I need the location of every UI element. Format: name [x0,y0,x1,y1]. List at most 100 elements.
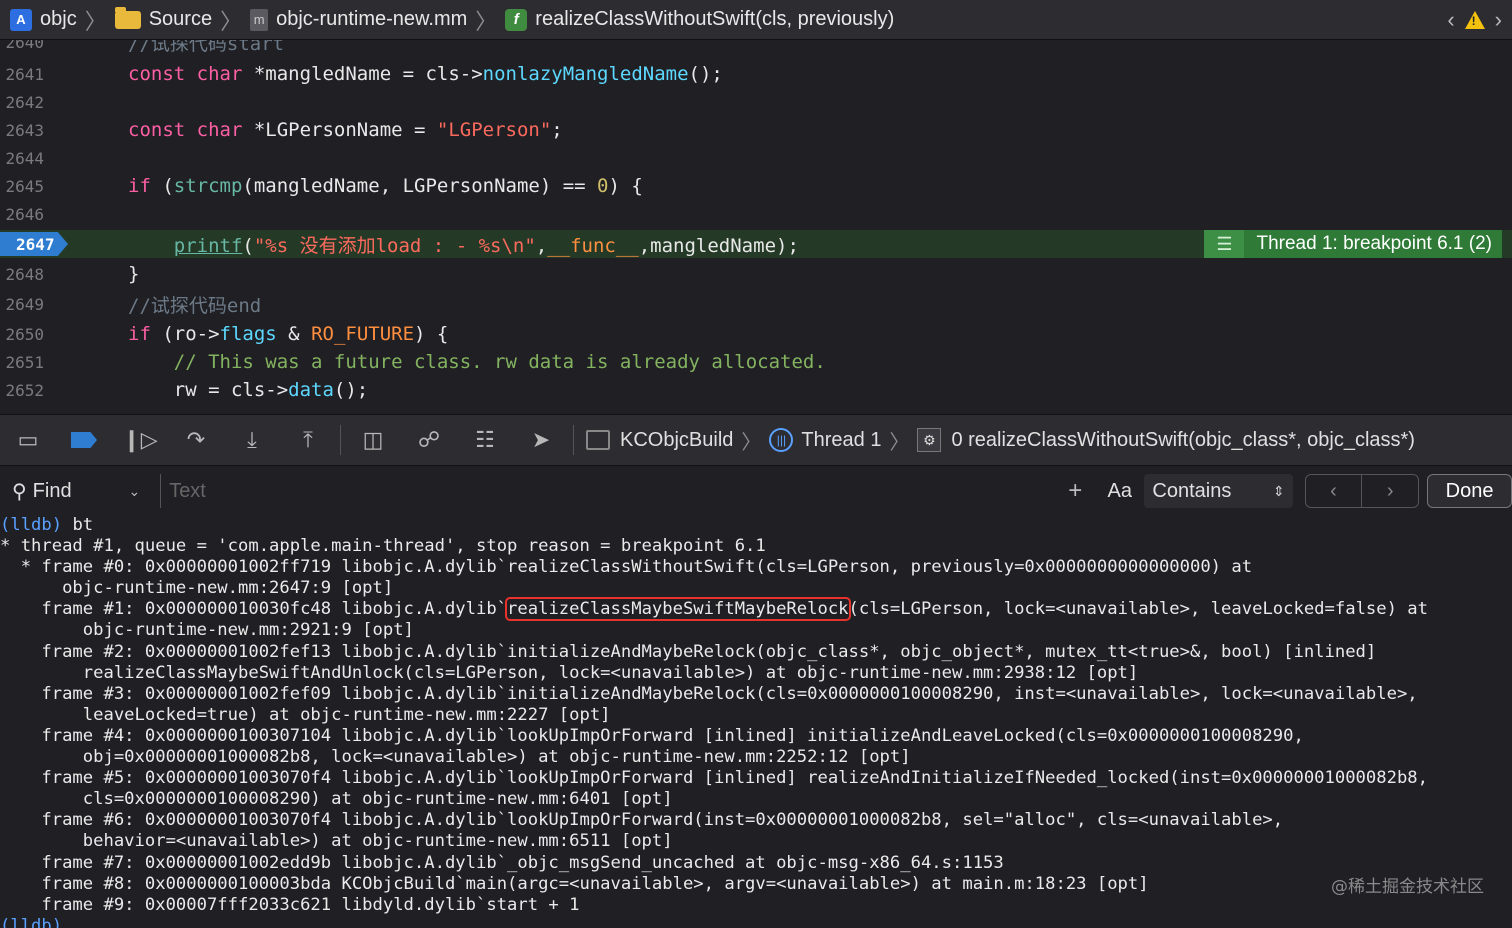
code-line: 2642 [0,88,1512,116]
warning-icon[interactable]: ! [1464,11,1485,29]
breadcrumb-file-label: objc-runtime-new.mm [276,8,468,30]
line-number: 2642 [5,92,44,112]
find-text-field[interactable] [160,474,1055,508]
code-text: if (strcmp(mangledName, LGPersonName) ==… [128,175,643,197]
breakpoint-marker[interactable]: 2647 [0,232,68,256]
debug-thread-label[interactable]: Thread 1 [801,429,881,452]
console-line: frame #7: 0x00000001002edd9b libobjc.A.d… [0,852,1004,873]
breakpoints-toggle-button[interactable] [56,414,112,466]
console-prompt-line: (lldb) [0,916,1512,928]
console-line: objc-runtime-new.mm:2921:9 [opt] [0,620,414,641]
jump-bar-right: ‹ ! › [1447,0,1502,40]
console-line: frame #4: 0x0000000100307104 libobjc.A.d… [0,725,1304,746]
find-mode-dropdown[interactable]: ⚲ Find ⌄ [0,479,150,504]
debug-breadcrumb: KCObjcBuild 〉 ||| Thread 1 〉 ⚙ 0 realize… [586,426,1415,455]
frame1-prefix: frame #1: 0x000000010030fc48 libobjc.A.d… [0,599,508,620]
console-prompt: (lldb) [0,515,63,535]
code-text: rw = cls->data(); [128,379,369,401]
code-line: 2645 if (strcmp(mangledName, LGPersonNam… [0,172,1512,200]
code-text: } [128,263,140,285]
find-text-input[interactable] [167,478,1032,504]
breakpoint-flag-icon [71,432,97,448]
console-line: frame #8: 0x0000000100003bda KCObjcBuild… [0,873,1149,894]
chevron-updown-icon: ⇕ [1272,482,1285,499]
folder-icon [114,6,141,29]
line-number: 2648 [5,264,44,284]
breadcrumb-function[interactable]: f realizeClassWithoutSwift(cls, previous… [505,0,894,40]
step-over-button[interactable]: ↷ [168,414,224,466]
console-line-frame1: frame #1: 0x000000010030fc48 libobjc.A.d… [0,597,1512,622]
chevron-left-icon[interactable]: ‹ [1447,7,1454,33]
debug-frame-label[interactable]: 0 realizeClassWithoutSwift(objc_class*, … [951,429,1415,452]
code-line: 2641 const char *mangledName = cls->nonl… [0,60,1512,88]
terminal-icon [586,430,610,450]
debug-console[interactable]: (lldb) bt * thread #1, queue = 'com.appl… [0,515,1512,928]
chevron-down-icon: ⌄ [128,482,141,499]
chevron-right-icon: 〉 [889,431,910,454]
divider [573,425,574,455]
jump-bar: A objc 〉 Source 〉 m objc-runtime-new.mm … [0,0,1512,40]
chevron-right-icon: 〉 [220,8,243,34]
mm-file-icon: m [250,8,269,31]
code-line-breakpoint: 2647 printf("%s 没有添加load : - %s\n",__fun… [0,230,1512,258]
line-number: 2646 [5,204,44,224]
line-number: 2641 [5,64,44,84]
console-line: objc-runtime-new.mm:2647:9 [opt] [0,578,394,599]
console-line: behavior=<unavailable>) at objc-runtime-… [0,831,673,852]
console-command: bt [72,515,94,535]
breadcrumb-folder[interactable]: Source [114,0,213,40]
find-mode-label: Find [32,479,72,502]
console-line: cls=0x0000000100008290) at objc-runtime-… [0,789,673,810]
chevron-right-nav-icon[interactable]: › [1495,7,1502,33]
view-hierarchy-button[interactable]: ◫ [345,414,401,466]
console-prompt: (lldb) [0,915,63,928]
code-text: //试探代码start [128,40,285,55]
menu-lines-icon[interactable]: ☰ [1204,230,1245,258]
step-out-button[interactable]: ⤒ [280,414,336,466]
line-number: 2649 [5,294,44,314]
step-into-button[interactable]: ⤓ [224,414,280,466]
code-text: //试探代码end [128,294,262,317]
continue-button[interactable]: ❙▷ [112,414,168,466]
find-previous-button[interactable]: ‹ [1306,475,1362,507]
breadcrumb-folder-label: Source [148,8,213,30]
line-number: 2651 [5,352,44,372]
find-bar: ⚲ Find ⌄ + Aa Contains ⇕ ‹ › Done [0,467,1512,515]
frame1-suffix: (cls=LGPerson, lock=<unavailable>, leave… [848,599,1429,620]
line-number: 2643 [5,120,44,140]
memory-graph-button[interactable]: ☍ [401,414,457,466]
hide-debug-area-button[interactable]: ▭ [0,414,56,466]
line-number: 2652 [5,380,44,400]
source-editor[interactable]: 2640 //试探代码start 2641 const char *mangle… [0,40,1512,413]
gear-icon: ⚙ [917,428,942,452]
console-line: * thread #1, queue = 'com.apple.main-thr… [0,536,766,557]
magnifier-icon: ⚲ [12,480,27,503]
console-prompt-line: (lldb) bt [0,515,1512,536]
debug-bar: ▭ ❙▷ ↷ ⤓ ⤒ ◫ ☍ ☷ ➤ KCObjcBuild 〉 ||| Thr… [0,414,1512,466]
project-icon: A [10,8,32,31]
highlighted-function: realizeClassMaybeSwiftMaybeRelock [505,597,851,622]
breakpoint-annotation-label: Thread 1: breakpoint 6.1 (2) [1256,233,1492,254]
environment-overrides-button[interactable]: ☷ [457,414,513,466]
code-text: printf("%s 没有添加load : - %s\n",__func__,m… [173,234,799,257]
done-button[interactable]: Done [1427,474,1512,508]
debug-target-label[interactable]: KCObjcBuild [620,429,733,452]
line-number: 2645 [5,176,44,196]
breadcrumb-project[interactable]: A objc [0,0,77,40]
simulate-location-button[interactable]: ➤ [513,414,569,466]
breadcrumb-file[interactable]: m objc-runtime-new.mm [250,0,467,40]
breakpoint-annotation[interactable]: ☰ Thread 1: breakpoint 6.1 (2) [1204,230,1502,258]
add-icon[interactable]: + [1056,477,1095,505]
match-case-button[interactable]: Aa [1095,480,1144,503]
match-mode-dropdown[interactable]: Contains ⇕ [1144,474,1293,508]
console-line: frame #6: 0x00000001003070f4 libobjc.A.d… [0,810,1284,831]
code-text: const char *mangledName = cls->nonlazyMa… [128,63,723,85]
code-line: 2644 [0,144,1512,172]
console-line: leaveLocked=true) at objc-runtime-new.mm… [0,704,611,725]
code-text: const char *LGPersonName = "LGPerson"; [128,119,563,141]
code-line-partial: 2640 //试探代码start [0,40,1512,56]
find-next-button[interactable]: › [1361,475,1418,507]
line-number: 2650 [5,324,44,344]
function-icon: f [505,8,528,31]
chevron-right-icon: 〉 [475,8,498,34]
